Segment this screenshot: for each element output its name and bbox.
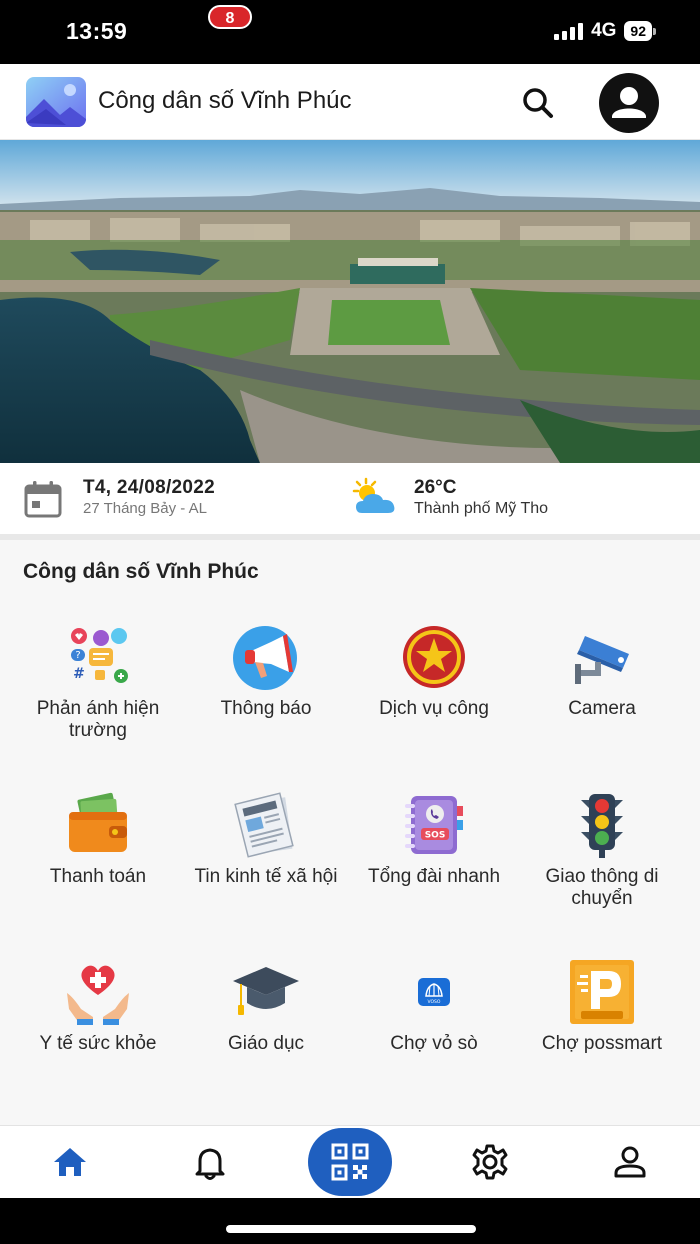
network-type: 4G [591,20,617,41]
voso-app-icon: VOSO [418,978,450,1006]
cctv-camera-icon [575,636,629,684]
svg-text:SOS: SOS [425,831,446,841]
service-label: Thông báo [220,698,312,719]
social-feedback-icon: ? # [71,628,128,683]
home-icon[interactable] [50,1142,90,1182]
services-section: Công dân số Vĩnh Phúc ? # Phản ánh hiện … [0,540,700,1125]
service-cho-possmart[interactable]: Chợ possmart [518,957,686,1055]
current-date: T4, 24/08/2022 [83,477,216,498]
wallet-icon [69,792,127,852]
service-y-te[interactable]: Y tế sức khỏe [14,957,182,1055]
calendar-icon [23,480,63,518]
megaphone-icon [233,626,297,690]
service-giao-duc[interactable]: Giáo dục [182,957,350,1055]
status-time: 13:59 [66,18,128,44]
bell-icon[interactable] [190,1142,230,1182]
service-dich-vu-cong[interactable]: Dịch vụ công [350,622,518,720]
traffic-light-icon [581,794,623,858]
newspaper-icon [234,792,294,858]
section-title: Công dân số Vĩnh Phúc [23,560,259,583]
service-label: Tổng đài nhanh [367,866,501,887]
notification-badge: 8 [208,5,252,29]
temperature: 26°C [414,477,457,498]
app-logo [26,77,86,127]
service-label: Chợ possmart [541,1033,663,1054]
service-label: Giáo dục [227,1033,305,1054]
health-care-icon [67,965,129,1025]
status-bar: 13:59 4G 92 [0,0,700,64]
home-indicator-area [0,1198,700,1244]
service-label: Thanh toán [49,866,147,887]
app-header: Công dân số Vĩnh Phúc [0,64,700,140]
service-label: Tin kinh tế xã hội [194,866,338,887]
sos-phonebook-icon: SOS [405,796,463,854]
qr-scan-button[interactable] [308,1128,392,1196]
service-cho-vo-so[interactable]: VOSO Chợ vỏ sò [350,957,518,1055]
service-label: Giao thông di chuyển [545,866,659,909]
service-camera[interactable]: Camera [518,622,686,720]
account-circle-icon[interactable] [598,72,660,134]
service-phan-anh[interactable]: ? # Phản ánh hiện trường [14,622,182,742]
service-giao-thong[interactable]: Giao thông di chuyển [518,790,686,910]
graduation-cap-icon [233,967,299,1015]
banner-image [0,140,700,463]
info-row: T4, 24/08/2022 27 Tháng Bảy - AL 26°C Th… [0,463,700,534]
service-label: Chợ vỏ sò [390,1033,478,1054]
profile-icon[interactable] [610,1142,650,1182]
service-label: Y tế sức khỏe [39,1033,157,1054]
lunar-date: 27 Tháng Bảy - AL [83,500,207,517]
settings-icon[interactable] [470,1142,510,1182]
weather-city: Thành phố Mỹ Tho [414,500,549,517]
service-label: Dịch vụ công [379,698,489,719]
service-tin-kinh-te[interactable]: Tin kinh tế xã hội [182,790,350,888]
weather-partly-cloudy-icon [350,477,400,517]
service-label: Phản ánh hiện trường [36,698,160,741]
svg-text:#: # [73,666,85,682]
svg-text:?: ? [75,650,80,661]
possmart-app-icon [570,960,634,1024]
service-thanh-toan[interactable]: Thanh toán [14,790,182,888]
home-indicator[interactable] [226,1225,476,1233]
status-indicators: 4G 92 [554,20,656,42]
service-tong-dai[interactable]: SOS Tổng đài nhanh [350,790,518,888]
battery-level: 92 [624,21,652,41]
signal-icon [554,22,584,40]
app-title: Công dân số Vĩnh Phúc [98,87,352,114]
svg-text:VOSO: VOSO [428,999,441,1005]
national-emblem-icon [403,626,465,688]
battery-icon: 92 [624,21,656,41]
service-thong-bao[interactable]: Thông báo [182,622,350,720]
service-label: Camera [568,698,636,719]
qr-code-icon [331,1143,369,1181]
search-icon[interactable] [518,84,558,124]
